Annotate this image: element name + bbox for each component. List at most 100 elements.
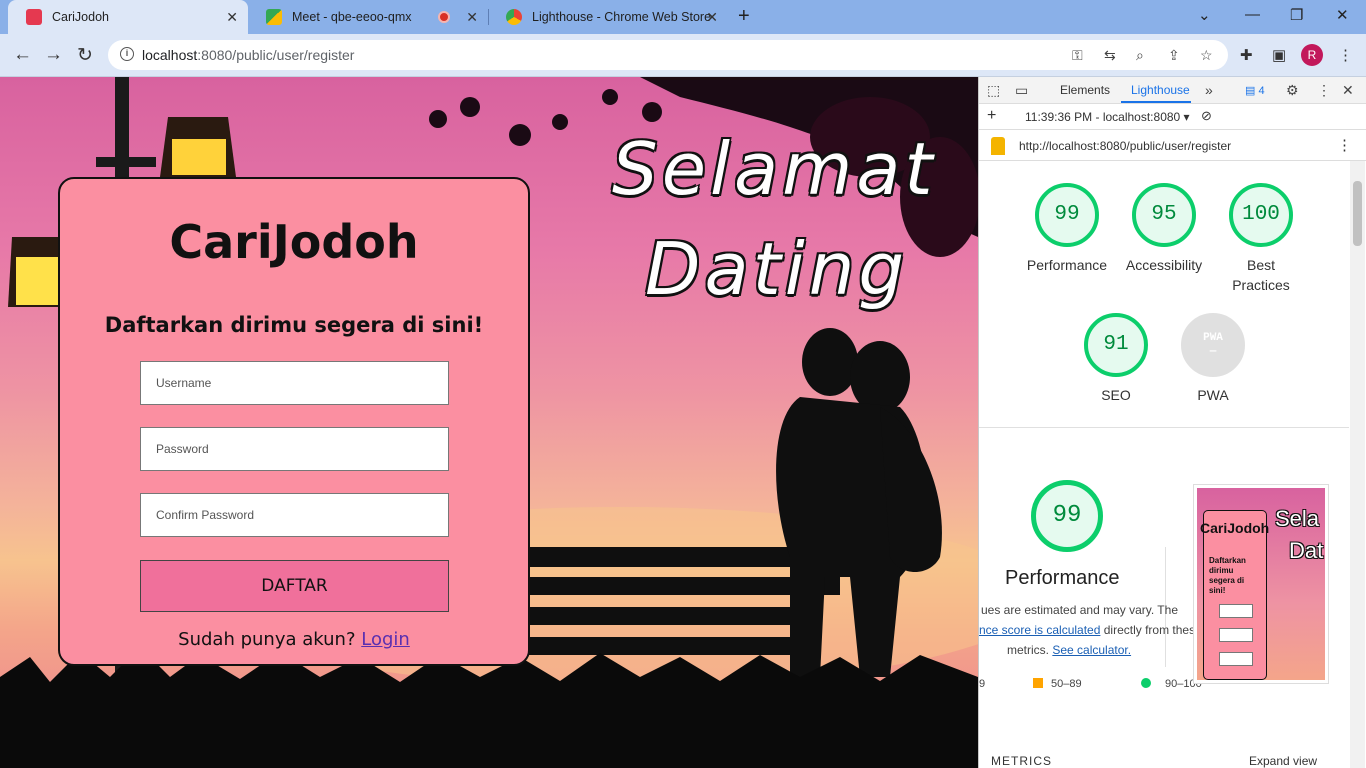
login-prompt-text: Sudah punya akun?: [178, 629, 356, 650]
url-path: :8080/public/user/register: [197, 47, 355, 63]
daftar-button[interactable]: DAFTAR: [140, 560, 449, 612]
minimize-icon[interactable]: —: [1245, 6, 1260, 23]
score-label: Performance: [1026, 257, 1108, 273]
reload-icon[interactable]: ↻: [77, 44, 93, 67]
perf-text-line3: metrics.: [1007, 643, 1053, 657]
tab-lighthouse[interactable]: Lighthouse - Chrome Web Store ✕: [488, 0, 728, 34]
legend-fail: 9: [979, 678, 985, 690]
restore-icon[interactable]: ❐: [1290, 6, 1303, 24]
tab-bar: CariJodoh ✕ Meet - qbe-eeoo-qmx ✕ Lighth…: [0, 0, 1366, 34]
average-square-icon: [1033, 678, 1043, 688]
username-input[interactable]: [140, 361, 449, 405]
devtools-scrollbar[interactable]: [1350, 161, 1365, 768]
score-gauge: 100: [1229, 183, 1293, 247]
performance-big-gauge: 99: [1031, 480, 1103, 552]
settings-gear-icon[interactable]: ⚙: [1286, 82, 1299, 99]
tab-title: Meet - qbe-eeoo-qmx: [292, 10, 412, 24]
score-label: PWA: [1197, 387, 1229, 403]
bookmark-star-icon[interactable]: ☆: [1200, 47, 1213, 64]
thumbnail-input: [1219, 652, 1253, 666]
key-icon[interactable]: ⚿: [1072, 47, 1083, 64]
tab-title: CariJodoh: [52, 10, 109, 24]
share-icon[interactable]: ⇪: [1168, 47, 1180, 64]
report-menu-icon[interactable]: ⋮: [1337, 136, 1352, 154]
clear-reports-icon[interactable]: ⊘: [1201, 108, 1212, 124]
metrics-heading: METRICS: [991, 754, 1052, 768]
devtools-menu-icon[interactable]: ⋮: [1317, 82, 1331, 99]
register-subtitle: Daftarkan dirimu segera di sini!: [104, 313, 484, 337]
legend-fail-label: 9: [979, 678, 986, 690]
new-report-plus-icon[interactable]: +: [987, 107, 996, 125]
hero-title-line1: Selamat: [612, 127, 937, 211]
thumbnail-brand: CariJodoh: [1200, 520, 1270, 536]
score-performance[interactable]: 99 Performance: [1019, 183, 1115, 275]
section-divider: [979, 427, 1349, 428]
close-tab-icon[interactable]: ✕: [226, 9, 238, 26]
legend-average: 50–89: [1033, 678, 1082, 690]
lighthouse-logo-icon: [991, 137, 1005, 155]
thumbnail-subtitle: Daftarkan dirimu segera di sini!: [1209, 556, 1246, 595]
see-calculator-link[interactable]: See calculator.: [1052, 643, 1131, 657]
close-tab-icon[interactable]: ✕: [706, 9, 718, 26]
report-selector[interactable]: 11:39:36 PM - localhost:8080 ▾: [1025, 110, 1190, 124]
perf-text-line2: directly from thes: [1100, 623, 1196, 637]
device-toolbar-icon[interactable]: ▭: [1015, 82, 1028, 99]
login-link[interactable]: Login: [361, 629, 410, 650]
score-pwa[interactable]: PWA — PWA: [1165, 313, 1261, 405]
hero-title-line2: Dating: [645, 227, 909, 311]
report-time: 11:39:36 PM - localhost:8080: [1025, 110, 1181, 124]
performance-description: ues are estimated and may vary. The nce …: [979, 600, 1195, 660]
expand-view-toggle[interactable]: Expand view: [1249, 754, 1317, 768]
pwa-gauge-text: PWA: [1203, 332, 1223, 344]
window-close-icon[interactable]: ✕: [1336, 6, 1349, 24]
tab-lighthouse[interactable]: Lighthouse: [1131, 83, 1190, 97]
devtools-panel: ⬚ ▭ Elements Lighthouse » ▤ 4 ⚙ ⋮ ✕ + 11…: [978, 77, 1366, 768]
back-arrow-icon[interactable]: ←: [13, 44, 32, 66]
password-input[interactable]: [140, 427, 449, 471]
profile-avatar[interactable]: R: [1301, 44, 1323, 66]
score-accessibility[interactable]: 95 Accessibility: [1116, 183, 1212, 275]
register-card: CariJodoh Daftarkan dirimu segera di sin…: [58, 177, 530, 666]
translate-icon[interactable]: ⇆: [1104, 47, 1116, 64]
scrollbar-thumb[interactable]: [1353, 181, 1362, 246]
tab-meet[interactable]: Meet - qbe-eeoo-qmx ✕: [248, 0, 488, 34]
tab-search-chevron-icon[interactable]: ⌄: [1198, 6, 1211, 24]
brand-title: CariJodoh: [169, 215, 419, 269]
score-seo[interactable]: 91 SEO: [1068, 313, 1164, 405]
heart-favicon-icon: [26, 9, 42, 25]
side-panel-icon[interactable]: ▣: [1272, 46, 1286, 64]
score-gauge: 99: [1035, 183, 1099, 247]
web-page: Selamat Dating CariJodoh Daftarkan dirim…: [0, 77, 978, 768]
more-tabs-chevron-icon[interactable]: »: [1205, 82, 1213, 98]
site-info-icon[interactable]: i: [120, 47, 134, 61]
thumbnail-input: [1219, 628, 1253, 642]
address-bar[interactable]: i localhost:8080/public/user/register ⚿ …: [108, 40, 1228, 70]
devtools-tab-bar: ⬚ ▭ Elements Lighthouse » ▤ 4 ⚙ ⋮ ✕: [979, 77, 1366, 104]
report-url: http://localhost:8080/public/user/regist…: [1019, 139, 1232, 153]
thumbnail-input: [1219, 604, 1253, 618]
new-tab-icon[interactable]: +: [738, 5, 750, 28]
thumbnail-image: CariJodoh Daftarkan dirimu segera di sin…: [1197, 488, 1325, 680]
extensions-puzzle-icon[interactable]: ✚: [1240, 46, 1253, 64]
active-tab-indicator: [1121, 101, 1191, 103]
score-calculated-link[interactable]: nce score is calculated: [979, 623, 1100, 637]
report-toolbar: + 11:39:36 PM - localhost:8080 ▾ ⊘: [979, 104, 1366, 130]
score-label: SEO: [1101, 387, 1131, 403]
thumbnail-hero-1: Sela: [1275, 506, 1320, 531]
tab-elements[interactable]: Elements: [1060, 83, 1110, 97]
forward-arrow-icon[interactable]: →: [44, 44, 63, 66]
chrome-menu-icon[interactable]: ⋮: [1338, 46, 1353, 64]
tab-carijodoh[interactable]: CariJodoh ✕: [8, 0, 248, 34]
close-tab-icon[interactable]: ✕: [466, 9, 478, 26]
inspect-element-icon[interactable]: ⬚: [987, 82, 1000, 99]
score-label: Accessibility: [1125, 257, 1203, 273]
issues-badge[interactable]: ▤ 4: [1245, 84, 1265, 97]
devtools-close-icon[interactable]: ✕: [1342, 82, 1354, 99]
issues-count: 4: [1258, 85, 1265, 97]
confirm-password-input[interactable]: [140, 493, 449, 537]
zoom-icon[interactable]: ⌕: [1136, 47, 1144, 64]
score-best-practices[interactable]: 100 Best Practices: [1213, 183, 1309, 295]
browser-toolbar: ← → ↻ i localhost:8080/public/user/regis…: [0, 34, 1366, 77]
page-screenshot-thumbnail[interactable]: CariJodoh Daftarkan dirimu segera di sin…: [1193, 484, 1329, 684]
url-host: localhost: [142, 47, 198, 63]
